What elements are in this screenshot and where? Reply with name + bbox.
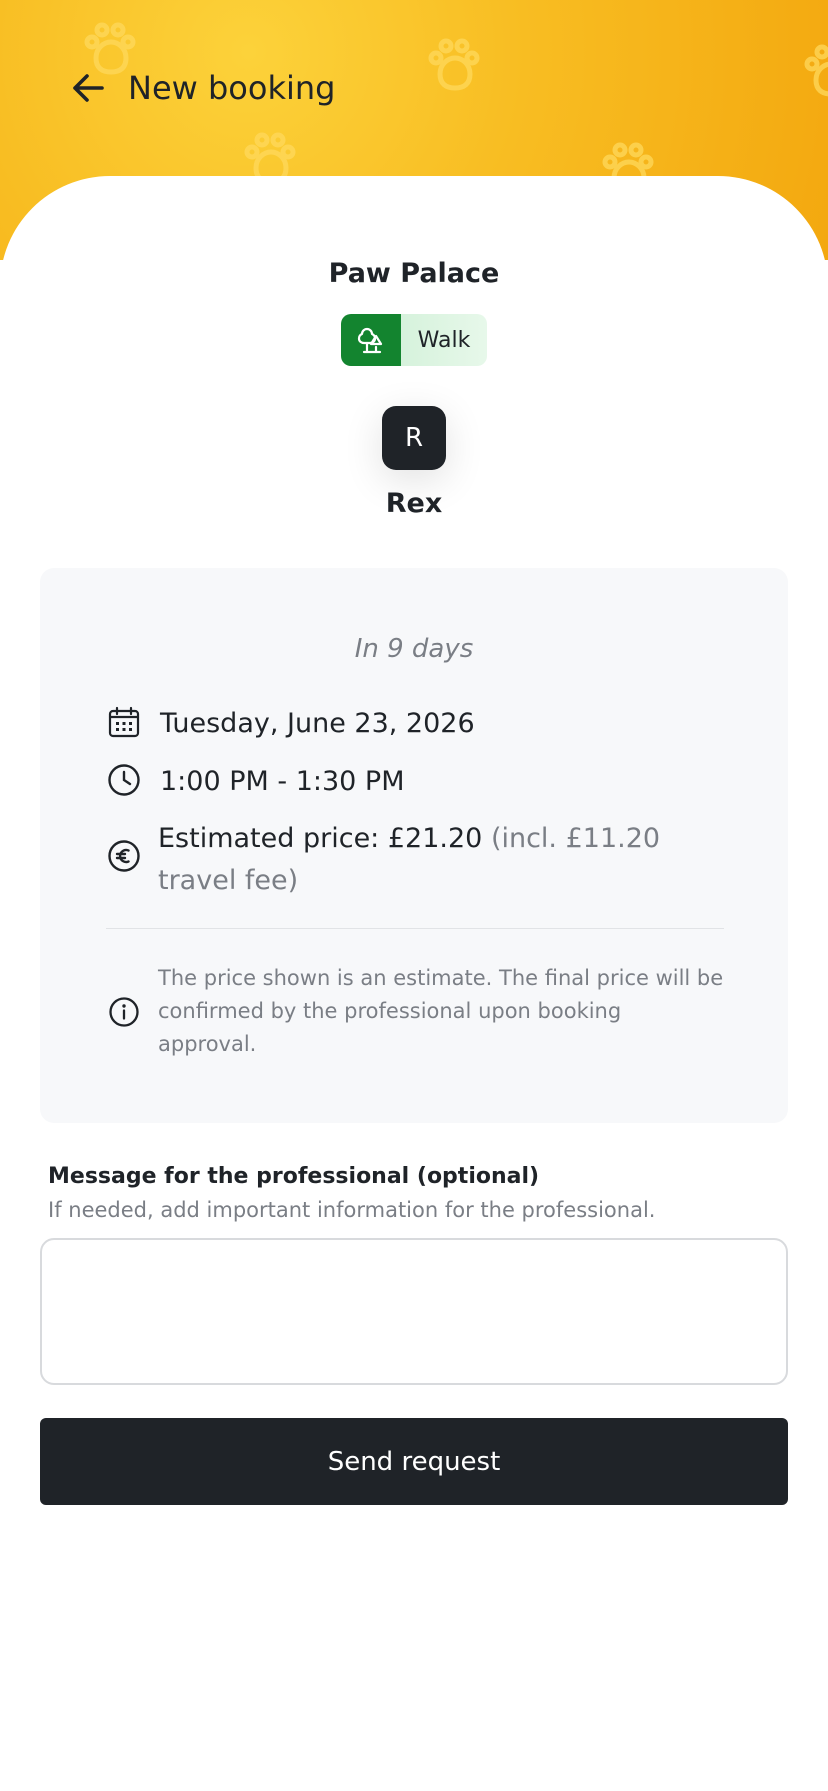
relative-date: In 9 days <box>354 634 474 664</box>
send-request-button[interactable]: Send request <box>40 1418 788 1505</box>
estimated-price: Estimated price: £21.20 <box>158 823 483 854</box>
message-input[interactable] <box>40 1238 788 1385</box>
page-title: New booking <box>128 69 336 107</box>
euro-icon <box>106 838 142 874</box>
service-chip: Walk <box>341 314 487 366</box>
price-disclaimer: The price shown is an estimate. The fina… <box>106 962 726 1061</box>
pet-name: Rex <box>385 488 443 519</box>
price-block: Estimated price: £21.20 (incl. £11.20 tr… <box>158 818 714 902</box>
divider <box>106 928 724 929</box>
trees-icon <box>357 327 383 354</box>
booking-summary-card: In 9 days Tuesday, June 23, 2026 1:00 PM… <box>40 568 788 1123</box>
message-label: Message for the professional (optional) <box>48 1164 540 1189</box>
time-row: 1:00 PM - 1:30 PM <box>106 762 405 802</box>
booking-time: 1:00 PM - 1:30 PM <box>160 766 405 797</box>
new-booking-page: New booking Paw Palace Walk R Rex In 9 d… <box>0 0 828 1791</box>
date-row: Tuesday, June 23, 2026 <box>106 704 475 744</box>
paw-print-icon <box>428 38 480 91</box>
calendar-icon <box>106 704 142 740</box>
booking-date: Tuesday, June 23, 2026 <box>160 708 475 739</box>
service-chip-label: Walk <box>401 314 487 366</box>
paw-print-icon <box>804 44 828 97</box>
pet-avatar: R <box>382 406 446 470</box>
price-row: Estimated price: £21.20 (incl. £11.20 tr… <box>106 818 714 902</box>
service-chip-icon <box>341 314 401 366</box>
arrow-left-icon <box>73 74 104 102</box>
back-button[interactable] <box>62 62 114 114</box>
message-hint: If needed, add important information for… <box>48 1198 656 1222</box>
disclaimer-text: The price shown is an estimate. The fina… <box>158 966 724 1056</box>
provider-name: Paw Palace <box>328 258 500 289</box>
clock-icon <box>106 762 142 798</box>
info-icon <box>106 994 142 1030</box>
